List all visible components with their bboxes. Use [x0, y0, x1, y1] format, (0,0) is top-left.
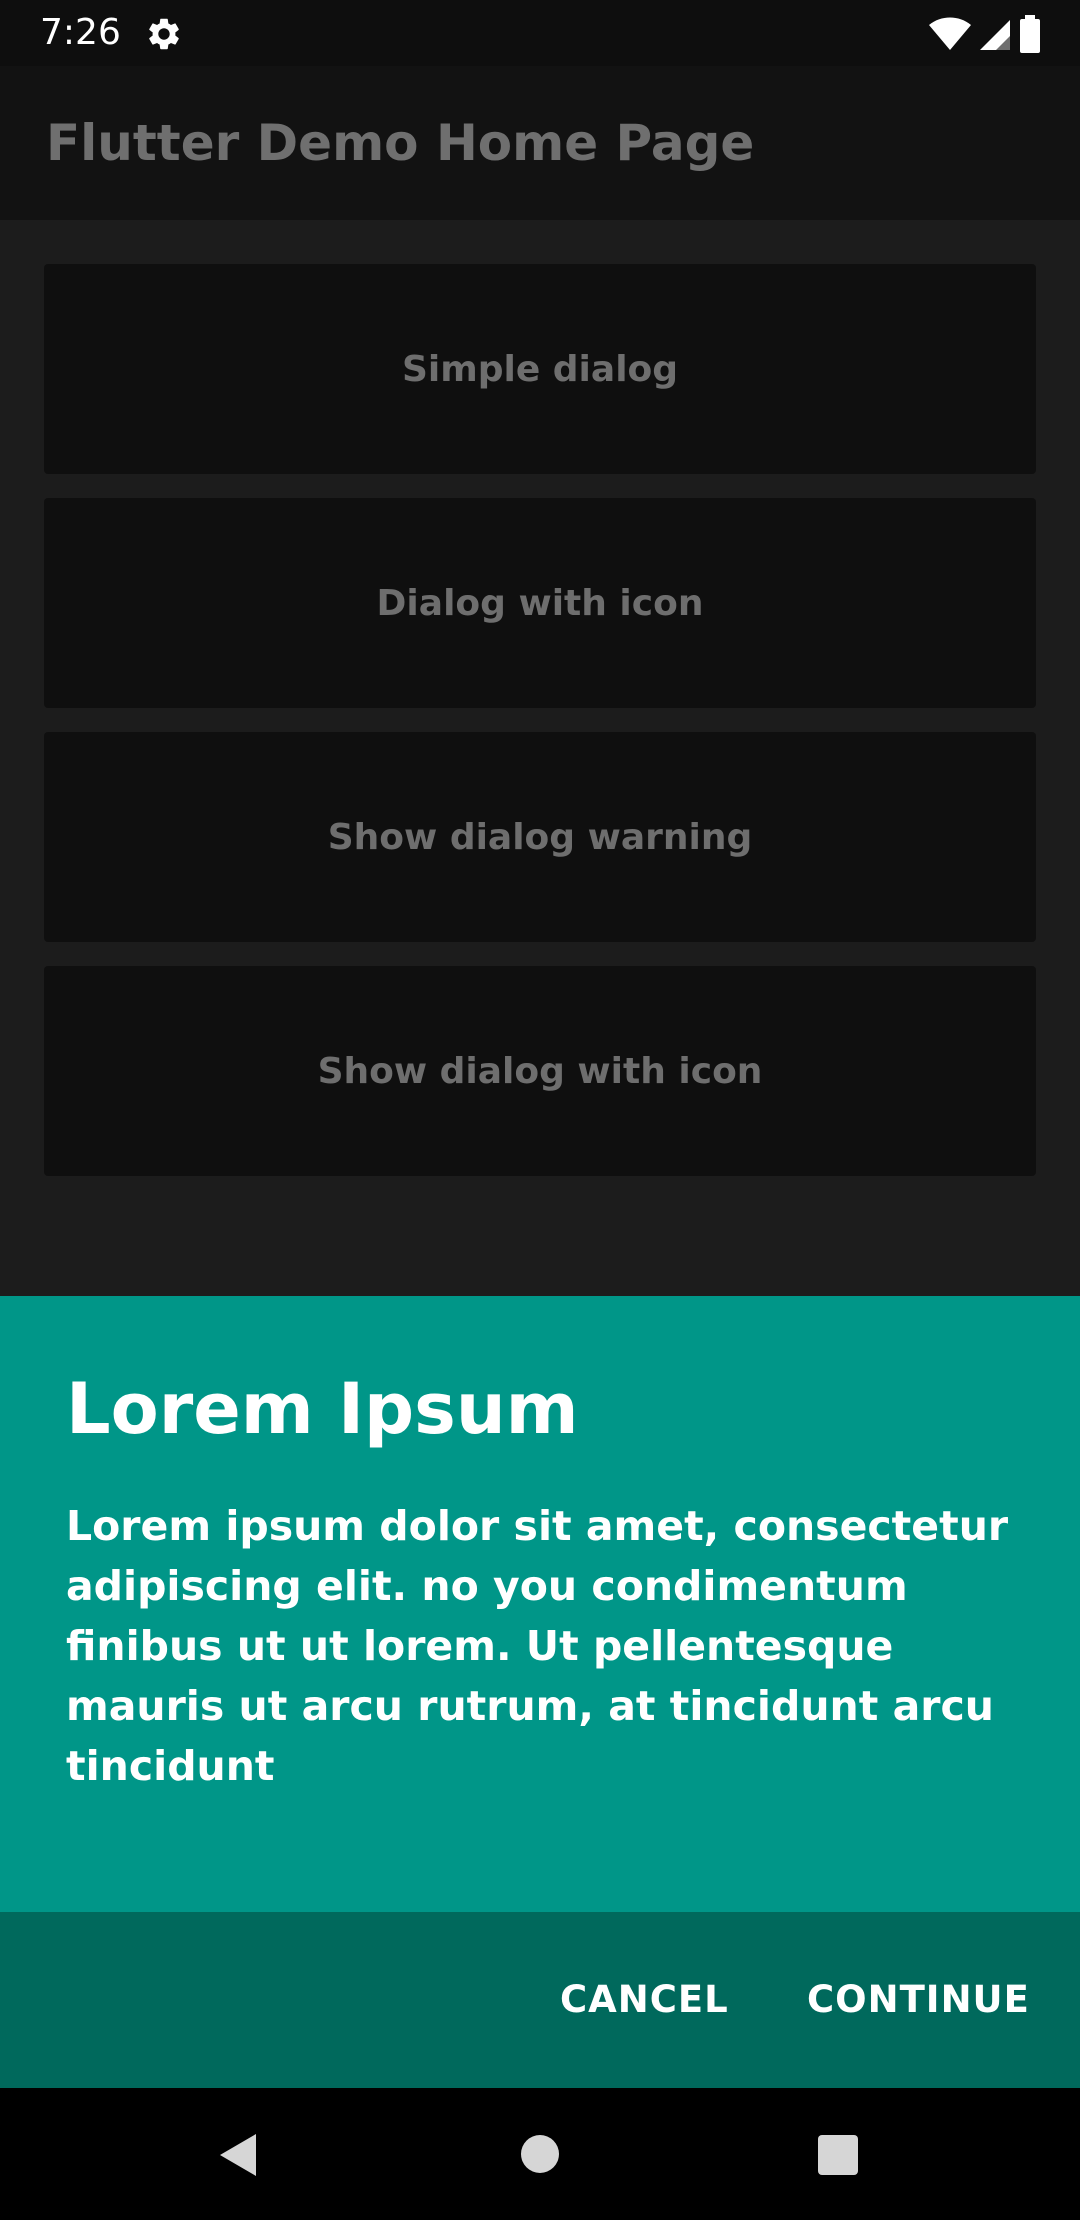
status-time: 7:26	[40, 12, 121, 53]
dialog-title: Lorem Ipsum	[66, 1368, 579, 1450]
screen: 7:26 Flutter Demo Home Page Simple dialo…	[0, 0, 1080, 2220]
show-dialog-warning-button[interactable]: Show dialog warning	[44, 732, 1036, 942]
status-bar: 7:26	[0, 0, 1080, 66]
button-list: Simple dialog Dialog with icon Show dial…	[0, 220, 1080, 1296]
show-dialog-with-icon-button[interactable]: Show dialog with icon	[44, 966, 1036, 1176]
simple-dialog-button[interactable]: Simple dialog	[44, 264, 1036, 474]
back-icon[interactable]	[218, 2132, 258, 2178]
signal-icon	[980, 20, 1010, 50]
status-icons	[928, 14, 1042, 54]
app-bar: Flutter Demo Home Page	[0, 66, 1080, 220]
home-icon[interactable]	[521, 2135, 559, 2173]
dialog-with-icon-button[interactable]: Dialog with icon	[44, 498, 1036, 708]
navigation-bar	[0, 2088, 1080, 2220]
dialog-actions: CANCEL CONTINUE	[0, 1912, 1080, 2088]
page-title: Flutter Demo Home Page	[46, 114, 755, 172]
wifi-icon	[929, 17, 971, 50]
recents-icon[interactable]	[818, 2135, 858, 2175]
battery-icon	[1020, 15, 1040, 53]
gear-icon	[149, 18, 179, 50]
dialog: Lorem Ipsum Lorem ipsum dolor sit amet, …	[0, 1296, 1080, 1912]
continue-button[interactable]: CONTINUE	[807, 1958, 1030, 2042]
cancel-button[interactable]: CANCEL	[560, 1958, 729, 2042]
dialog-body: Lorem ipsum dolor sit amet, consectetur …	[66, 1502, 1009, 1790]
